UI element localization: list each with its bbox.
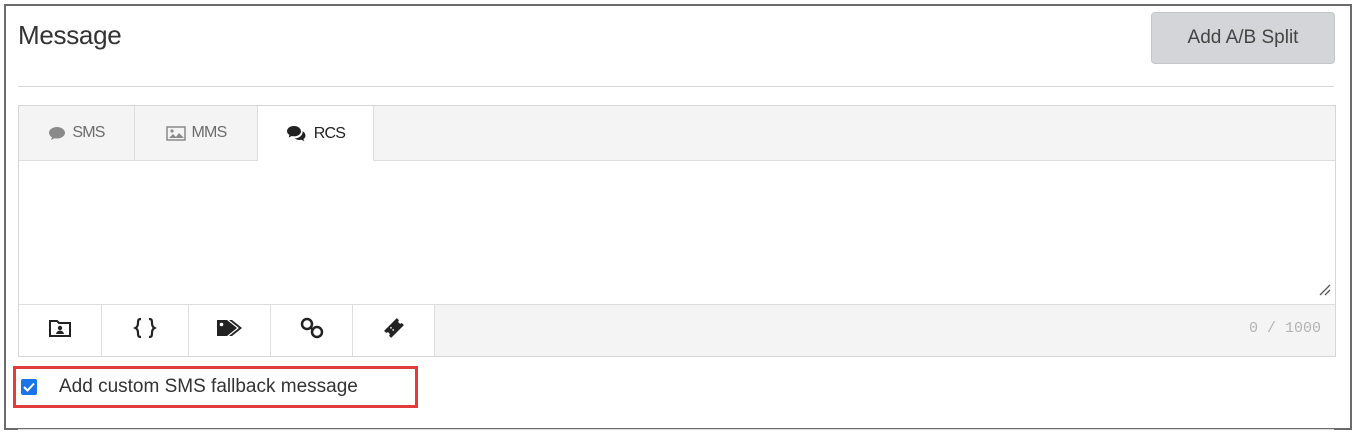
tab-label: MMS (191, 124, 228, 141)
fallback-checkbox[interactable] (21, 379, 37, 395)
character-counter: 0 / 1000 (1248, 320, 1321, 337)
page-title: Message (18, 20, 122, 50)
tag-icon (215, 318, 245, 343)
editor-toolbar: 0 / 1000 (19, 305, 1335, 356)
tab-rcs[interactable]: RCS (258, 106, 374, 161)
link-icon (299, 316, 325, 345)
image-icon (165, 125, 186, 141)
message-card: Message Add A/B Split SMS MMS RCS 0 / 10… (4, 4, 1352, 430)
speech-bubble-icon (48, 126, 66, 141)
divider (18, 429, 1334, 430)
insert-link-button[interactable] (271, 305, 353, 356)
contact-card-icon (48, 318, 72, 343)
chat-bubbles-icon (286, 125, 308, 142)
fallback-label[interactable]: Add custom SMS fallback message (59, 376, 358, 398)
channel-tabs: SMS MMS RCS (19, 106, 1335, 161)
message-textarea[interactable] (19, 161, 1335, 305)
ticket-icon (381, 315, 407, 346)
tab-mms[interactable]: MMS (135, 106, 258, 160)
message-editor-panel: SMS MMS RCS 0 / 1000 (18, 105, 1336, 357)
tab-label: SMS (72, 124, 105, 141)
tab-sms[interactable]: SMS (19, 106, 135, 160)
braces-icon (133, 317, 157, 344)
insert-coupon-button[interactable] (353, 305, 435, 356)
checkmark-icon (23, 382, 35, 392)
resize-handle-icon[interactable] (1319, 283, 1331, 301)
divider (18, 86, 1334, 87)
insert-contact-button[interactable] (19, 305, 102, 356)
insert-variable-button[interactable] (102, 305, 189, 356)
insert-tag-button[interactable] (189, 305, 271, 356)
add-ab-split-button[interactable]: Add A/B Split (1151, 12, 1335, 64)
tab-label: RCS (313, 124, 346, 142)
sms-fallback-option[interactable]: Add custom SMS fallback message (13, 366, 418, 408)
